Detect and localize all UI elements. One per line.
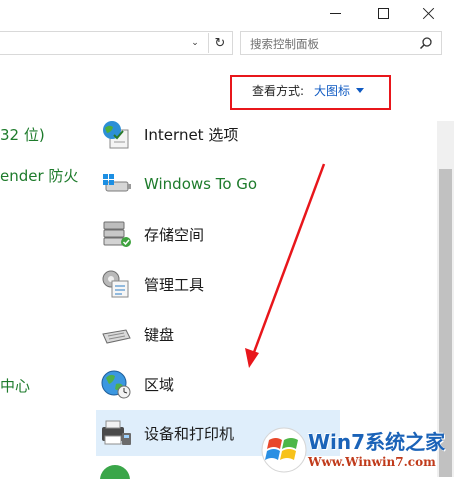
search-icon[interactable]: [419, 36, 433, 50]
item-label: 键盘: [144, 325, 175, 344]
storage-spaces-icon: [103, 221, 131, 247]
chevron-down-icon[interactable]: ⌄: [188, 36, 202, 50]
windows-to-go-icon: [103, 174, 131, 192]
item-label: 设备和打印机: [144, 424, 235, 443]
address-bar[interactable]: ⌄ ↻: [0, 31, 233, 55]
region-icon: [101, 370, 131, 399]
minimize-button[interactable]: [315, 0, 355, 26]
title-bar: [0, 0, 454, 26]
devices-printers-icon: [102, 420, 131, 445]
watermark-title: Win7系统之家: [308, 430, 446, 454]
search-input[interactable]: 搜索控制面板: [240, 31, 442, 55]
keyboard-icon: [102, 329, 131, 344]
admin-tools-icon: [102, 270, 129, 298]
item-label: Windows To Go: [144, 175, 258, 193]
close-button[interactable]: [409, 0, 449, 26]
item-label: 区域: [144, 375, 175, 394]
annotation-highlight-box: [230, 75, 391, 110]
watermark: Win7系统之家 Www.Winwin7.com: [258, 422, 454, 477]
maximize-button[interactable]: [363, 0, 403, 26]
item-windows-to-go[interactable]: Windows To Go: [96, 161, 340, 207]
left-column-item[interactable]: 32 位): [0, 124, 45, 145]
item-label: 存储空间: [144, 225, 205, 244]
item-admin-tools[interactable]: 管理工具: [96, 261, 340, 307]
item-storage-spaces[interactable]: 存储空间: [96, 211, 340, 257]
item-keyboard[interactable]: 键盘: [96, 311, 340, 357]
left-column-item[interactable]: ender 防火: [0, 165, 78, 186]
left-column-item[interactable]: 中心: [0, 375, 30, 396]
internet-options-icon: [103, 121, 129, 149]
refresh-icon[interactable]: ↻: [208, 33, 231, 53]
close-icon: [423, 7, 435, 19]
maximize-icon: [377, 7, 389, 19]
windows-logo-icon: [261, 427, 307, 473]
search-placeholder: 搜索控制面板: [250, 37, 319, 51]
item-region[interactable]: 区域: [96, 361, 340, 407]
minimize-icon: [329, 12, 341, 14]
item-label: 管理工具: [144, 275, 205, 294]
item-label: Internet 选项: [144, 125, 239, 144]
watermark-url: Www.Winwin7.com: [308, 455, 436, 469]
item-internet-options[interactable]: Internet 选项: [96, 111, 340, 157]
